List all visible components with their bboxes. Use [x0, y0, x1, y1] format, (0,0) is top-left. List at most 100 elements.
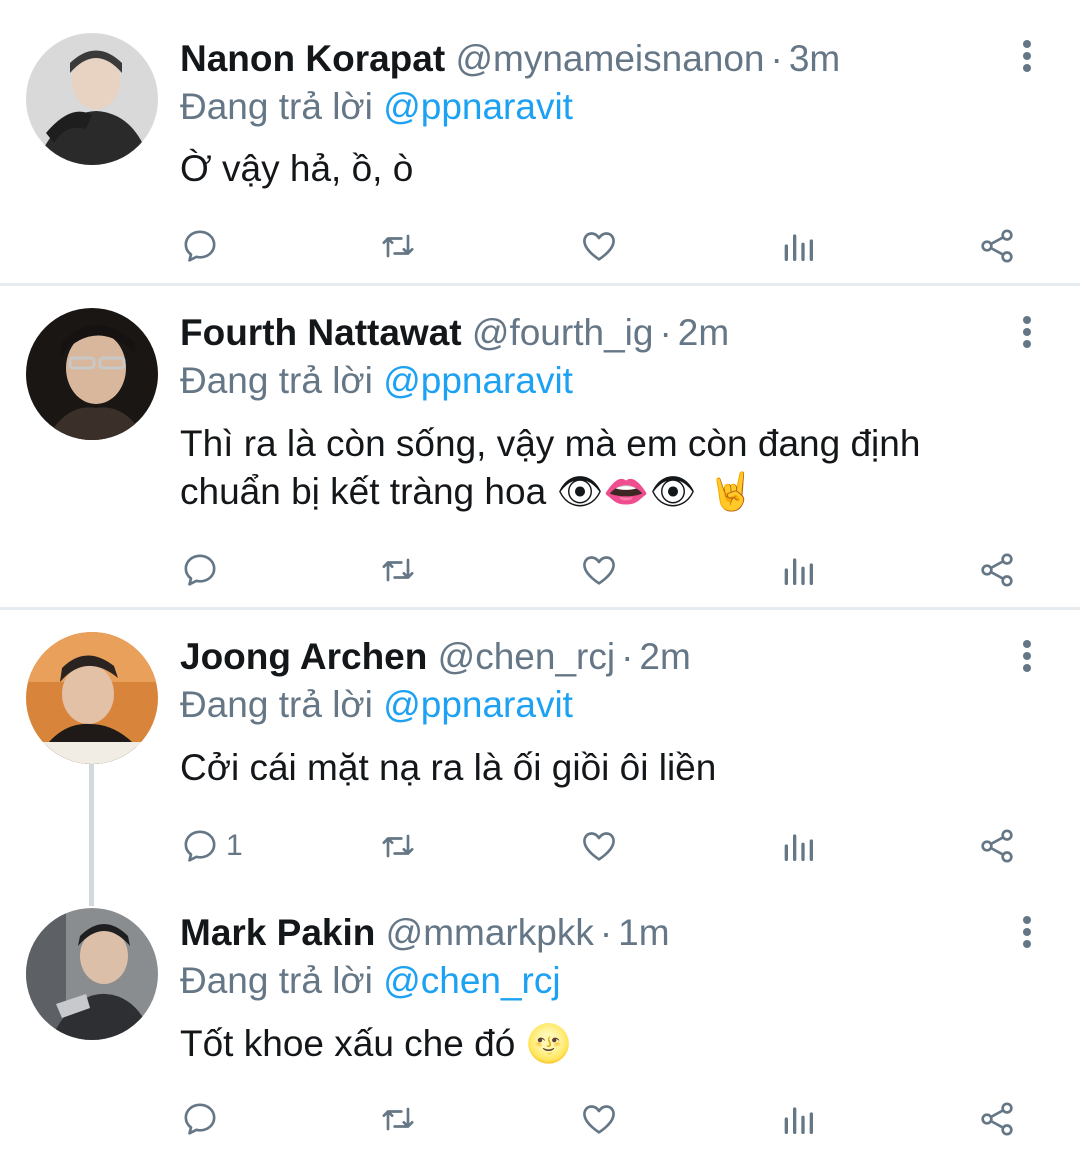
tweet[interactable]: Nanon Korapat @mynameisnanon · 3m Đang trả… — [0, 0, 1080, 286]
more-vertical-icon[interactable] — [1022, 916, 1032, 950]
avatar-image — [26, 908, 158, 1040]
like-button[interactable] — [579, 548, 619, 592]
thread-connector — [89, 886, 94, 906]
reply-prefix: Đang trả lời — [180, 960, 373, 1001]
display-name[interactable]: Mark Pakin — [180, 912, 375, 953]
analytics-button[interactable] — [778, 548, 818, 592]
tweet-text: Thì ra là còn sống, vậy mà em còn đang đ… — [180, 420, 1000, 516]
tweet-header: Fourth Nattawat @fourth_ig · 2m — [180, 310, 990, 356]
tweet-emoji: 👁👄👁 🤘 — [556, 470, 755, 513]
reply-icon — [184, 230, 216, 262]
tweet[interactable]: Fourth Nattawat @fourth_ig · 2m Đang trả l… — [0, 286, 1080, 610]
separator: · — [621, 636, 634, 677]
share-button[interactable] — [977, 824, 1017, 868]
display-name[interactable]: Fourth Nattawat — [180, 312, 462, 353]
reply-prefix: Đang trả lời — [180, 360, 373, 401]
tweet-actions — [0, 548, 1080, 592]
share-button[interactable] — [977, 548, 1017, 592]
tweet-header: Joong Archen @chen_rcj · 2m — [180, 634, 990, 680]
retweet-button[interactable] — [378, 824, 418, 868]
display-name[interactable]: Joong Archen — [180, 636, 427, 677]
reply-icon — [184, 1103, 216, 1135]
reply-button[interactable] — [180, 548, 226, 592]
reply-prefix: Đang trả lời — [180, 86, 373, 127]
tweet-text: Cởi cái mặt nạ ra là ối giồi ôi liền — [180, 744, 1000, 792]
avatar-image — [26, 632, 158, 764]
reply-mention[interactable]: @ppnaravit — [383, 684, 573, 725]
retweet-icon — [382, 834, 414, 858]
tweet-text-content: Cởi cái mặt nạ ra là ối giồi ôi liền — [180, 747, 717, 788]
retweet-icon — [382, 558, 414, 582]
share-icon — [981, 553, 1013, 587]
heart-icon — [583, 1105, 615, 1134]
reply-context: Đang trả lời @ppnaravit — [180, 84, 573, 130]
separator: · — [599, 912, 613, 953]
retweet-icon — [382, 1107, 414, 1131]
heart-icon — [583, 832, 615, 861]
timestamp[interactable]: 2m — [678, 312, 729, 353]
tweet-emoji: 🌝 — [525, 1022, 572, 1065]
reply-context: Đang trả lời @ppnaravit — [180, 358, 573, 404]
username[interactable]: @mynameisnanon — [455, 38, 764, 79]
retweet-button[interactable] — [378, 548, 418, 592]
analytics-icon — [784, 234, 813, 261]
reply-button[interactable]: 1 — [180, 824, 243, 868]
analytics-button[interactable] — [778, 1097, 818, 1141]
analytics-icon — [784, 558, 813, 585]
share-button[interactable] — [977, 1097, 1017, 1141]
more-vertical-icon[interactable] — [1022, 640, 1032, 674]
reply-mention[interactable]: @ppnaravit — [383, 360, 573, 401]
username[interactable]: @chen_rcj — [438, 636, 615, 677]
username[interactable]: @fourth_ig — [472, 312, 654, 353]
tweet[interactable]: Mark Pakin @mmarkpkk · 1m Đang trả lời @ch… — [0, 886, 1080, 1159]
avatar-image — [26, 308, 158, 440]
timestamp[interactable]: 3m — [789, 38, 840, 79]
avatar[interactable] — [26, 308, 158, 440]
avatar[interactable] — [26, 908, 158, 1040]
reply-mention[interactable]: @ppnaravit — [383, 86, 573, 127]
avatar[interactable] — [26, 632, 158, 764]
reply-mention[interactable]: @chen_rcj — [383, 960, 560, 1001]
tweet-actions — [0, 1097, 1080, 1141]
reply-count: 1 — [226, 829, 243, 862]
tweet-header: Nanon Korapat @mynameisnanon · 3m — [180, 36, 990, 82]
like-button[interactable] — [579, 824, 619, 868]
analytics-button[interactable] — [778, 224, 818, 268]
reply-context: Đang trả lời @ppnaravit — [180, 682, 573, 728]
like-button[interactable] — [579, 1097, 619, 1141]
heart-icon — [583, 556, 615, 585]
analytics-icon — [784, 834, 813, 861]
separator: · — [770, 38, 783, 79]
avatar-image — [26, 33, 158, 165]
tweet-actions: 1 — [0, 824, 1080, 868]
timestamp[interactable]: 2m — [639, 636, 690, 677]
share-icon — [981, 1102, 1013, 1136]
reply-context: Đang trả lời @chen_rcj — [180, 958, 561, 1004]
display-name[interactable]: Nanon Korapat — [180, 38, 445, 79]
analytics-button[interactable] — [778, 824, 818, 868]
like-button[interactable] — [579, 224, 619, 268]
avatar[interactable] — [26, 33, 158, 165]
share-button[interactable] — [977, 224, 1017, 268]
reply-button[interactable] — [180, 224, 226, 268]
more-vertical-icon[interactable] — [1022, 316, 1032, 350]
reply-button[interactable] — [180, 1097, 226, 1141]
tweet-text-content: Thì ra là còn sống, vậy mà em còn đang đ… — [180, 423, 921, 512]
more-vertical-icon[interactable] — [1022, 40, 1032, 74]
tweet[interactable]: Joong Archen @chen_rcj · 2m Đang trả lời @… — [0, 610, 1080, 886]
username[interactable]: @mmarkpkk — [386, 912, 594, 953]
separator: · — [659, 312, 672, 353]
share-icon — [981, 829, 1013, 863]
tweet-text: Tốt khoe xấu che đó 🌝 — [180, 1020, 1000, 1068]
retweet-icon — [382, 234, 414, 258]
timestamp[interactable]: 1m — [618, 912, 669, 953]
reply-icon — [184, 830, 216, 862]
retweet-button[interactable] — [378, 1097, 418, 1141]
analytics-icon — [784, 1107, 813, 1134]
reply-icon — [184, 554, 216, 586]
retweet-button[interactable] — [378, 224, 418, 268]
tweet-actions — [0, 224, 1080, 268]
reply-prefix: Đang trả lời — [180, 684, 373, 725]
tweet-feed: Nanon Korapat @mynameisnanon · 3m Đang trả… — [0, 0, 1080, 1159]
tweet-header: Mark Pakin @mmarkpkk · 1m — [180, 910, 990, 956]
